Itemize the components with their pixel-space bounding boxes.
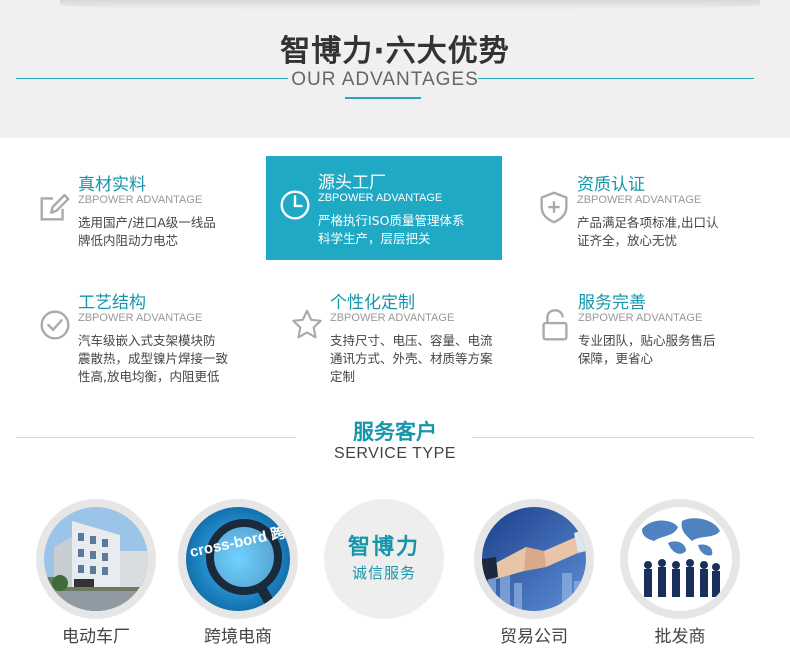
advantage-card-structure: 工艺结构 ZBPOWER ADVANTAGE 汽车级嵌入式支架模块防 震散热，成…: [26, 276, 262, 384]
client-label: 批发商: [654, 627, 706, 647]
advantage-card-certification: 资质认证 ZBPOWER ADVANTAGE 产品满足各项标准,出口认 证齐全，…: [525, 158, 761, 262]
advantage-subtitle: ZBPOWER ADVANTAGE: [577, 194, 702, 206]
star-icon: [292, 309, 322, 339]
shield-plus-icon: [540, 191, 568, 224]
advantage-title: 资质认证: [577, 175, 645, 195]
client-ev-factory[interactable]: [36, 499, 156, 619]
advantage-description: 汽车级嵌入式支架模块防 震散热，成型镍片焊接一致 性高,放电均衡，内阻更低: [78, 332, 260, 386]
factory-image: [44, 507, 148, 611]
page-title: 智博力·六大优势: [280, 34, 510, 69]
service-title: 服务客户: [353, 420, 437, 444]
check-circle-icon: [40, 310, 70, 340]
description-line: 震散热，成型镍片焊接一致: [78, 351, 229, 366]
lock-icon: [542, 309, 568, 341]
advantage-description: 严格执行ISO质量管理体系 科学生产，层层把关: [318, 212, 500, 248]
advantage-card-factory: 源头工厂 ZBPOWER ADVANTAGE 严格执行ISO质量管理体系 科学生…: [266, 156, 502, 260]
advantage-subtitle: ZBPOWER ADVANTAGE: [330, 312, 455, 324]
advantage-title: 真材实料: [78, 175, 146, 195]
description-line: 产品满足各项标准,出口认: [577, 215, 719, 230]
brand-badge: 智博力 诚信服务: [324, 499, 444, 619]
description-line: 牌低内阻动力电芯: [78, 233, 179, 248]
description-line: 严格执行ISO质量管理体系: [318, 213, 465, 228]
client-wholesaler[interactable]: [620, 499, 740, 619]
description-line: 汽车级嵌入式支架模块防: [78, 333, 216, 348]
edit-icon: [40, 193, 70, 221]
clock-icon: [280, 190, 310, 220]
page-subtitle: OUR ADVANTAGES: [291, 69, 479, 90]
advantage-title: 个性化定制: [330, 293, 415, 313]
business-people-image: [628, 507, 732, 611]
description-line: 通讯方式、外壳、材质等方案: [330, 351, 493, 366]
client-cross-border[interactable]: cross-bord 跨境电商: [178, 499, 298, 619]
cross-border-image: cross-bord 跨境电商: [186, 507, 290, 611]
advantage-subtitle: ZBPOWER ADVANTAGE: [78, 312, 203, 324]
header-shadow: [60, 0, 760, 10]
client-label: 跨境电商: [204, 627, 272, 647]
advantage-subtitle: ZBPOWER ADVANTAGE: [318, 192, 443, 204]
client-trading-company[interactable]: [474, 499, 594, 619]
advantage-description: 选用国产/进口A级一线品 牌低内阻动力电芯: [78, 214, 260, 250]
description-line: 科学生产，层层把关: [318, 231, 431, 246]
advantage-card-materials: 真材实料 ZBPOWER ADVANTAGE 选用国产/进口A级一线品 牌低内阻…: [26, 158, 262, 262]
description-line: 支持尺寸、电压、容量、电流: [330, 333, 493, 348]
advantage-description: 专业团队，贴心服务售后 保障，更省心: [578, 332, 760, 368]
advantage-subtitle: ZBPOWER ADVANTAGE: [78, 194, 203, 206]
advantage-subtitle: ZBPOWER ADVANTAGE: [578, 312, 703, 324]
service-subtitle: SERVICE TYPE: [334, 445, 456, 462]
advantage-title: 服务完善: [578, 293, 646, 313]
brand-tagline: 诚信服务: [351, 564, 416, 582]
advantage-description: 支持尺寸、电压、容量、电流 通讯方式、外壳、材质等方案 定制: [330, 332, 512, 386]
client-label: 电动车厂: [62, 627, 130, 647]
description-line: 性高,放电均衡，内阻更低: [78, 369, 220, 384]
description-line: 专业团队，贴心服务售后: [578, 333, 716, 348]
description-line: 定制: [330, 369, 356, 384]
header-section: 智博力·六大优势 OUR ADVANTAGES: [0, 0, 790, 138]
advantage-card-customization: 个性化定制 ZBPOWER ADVANTAGE 支持尺寸、电压、容量、电流 通讯…: [278, 276, 514, 384]
advantages-page: 智博力·六大优势 OUR ADVANTAGES 真材实料 ZBPOWER ADV…: [0, 0, 790, 661]
advantage-title: 源头工厂: [318, 173, 386, 193]
advantage-description: 产品满足各项标准,出口认 证齐全，放心无忧: [577, 214, 759, 250]
subtitle-underline: [345, 97, 421, 99]
brand-name: 智博力: [347, 535, 420, 560]
advantage-card-service: 服务完善 ZBPOWER ADVANTAGE 专业团队，贴心服务售后 保障，更省…: [526, 276, 762, 380]
description-line: 证齐全，放心无忧: [577, 233, 678, 248]
client-label: 贸易公司: [500, 627, 568, 647]
description-line: 选用国产/进口A级一线品: [78, 215, 216, 230]
advantage-title: 工艺结构: [78, 293, 146, 313]
subtitle-row: OUR ADVANTAGES: [16, 66, 754, 96]
handshake-image: [482, 507, 586, 611]
description-line: 保障，更省心: [578, 351, 654, 366]
